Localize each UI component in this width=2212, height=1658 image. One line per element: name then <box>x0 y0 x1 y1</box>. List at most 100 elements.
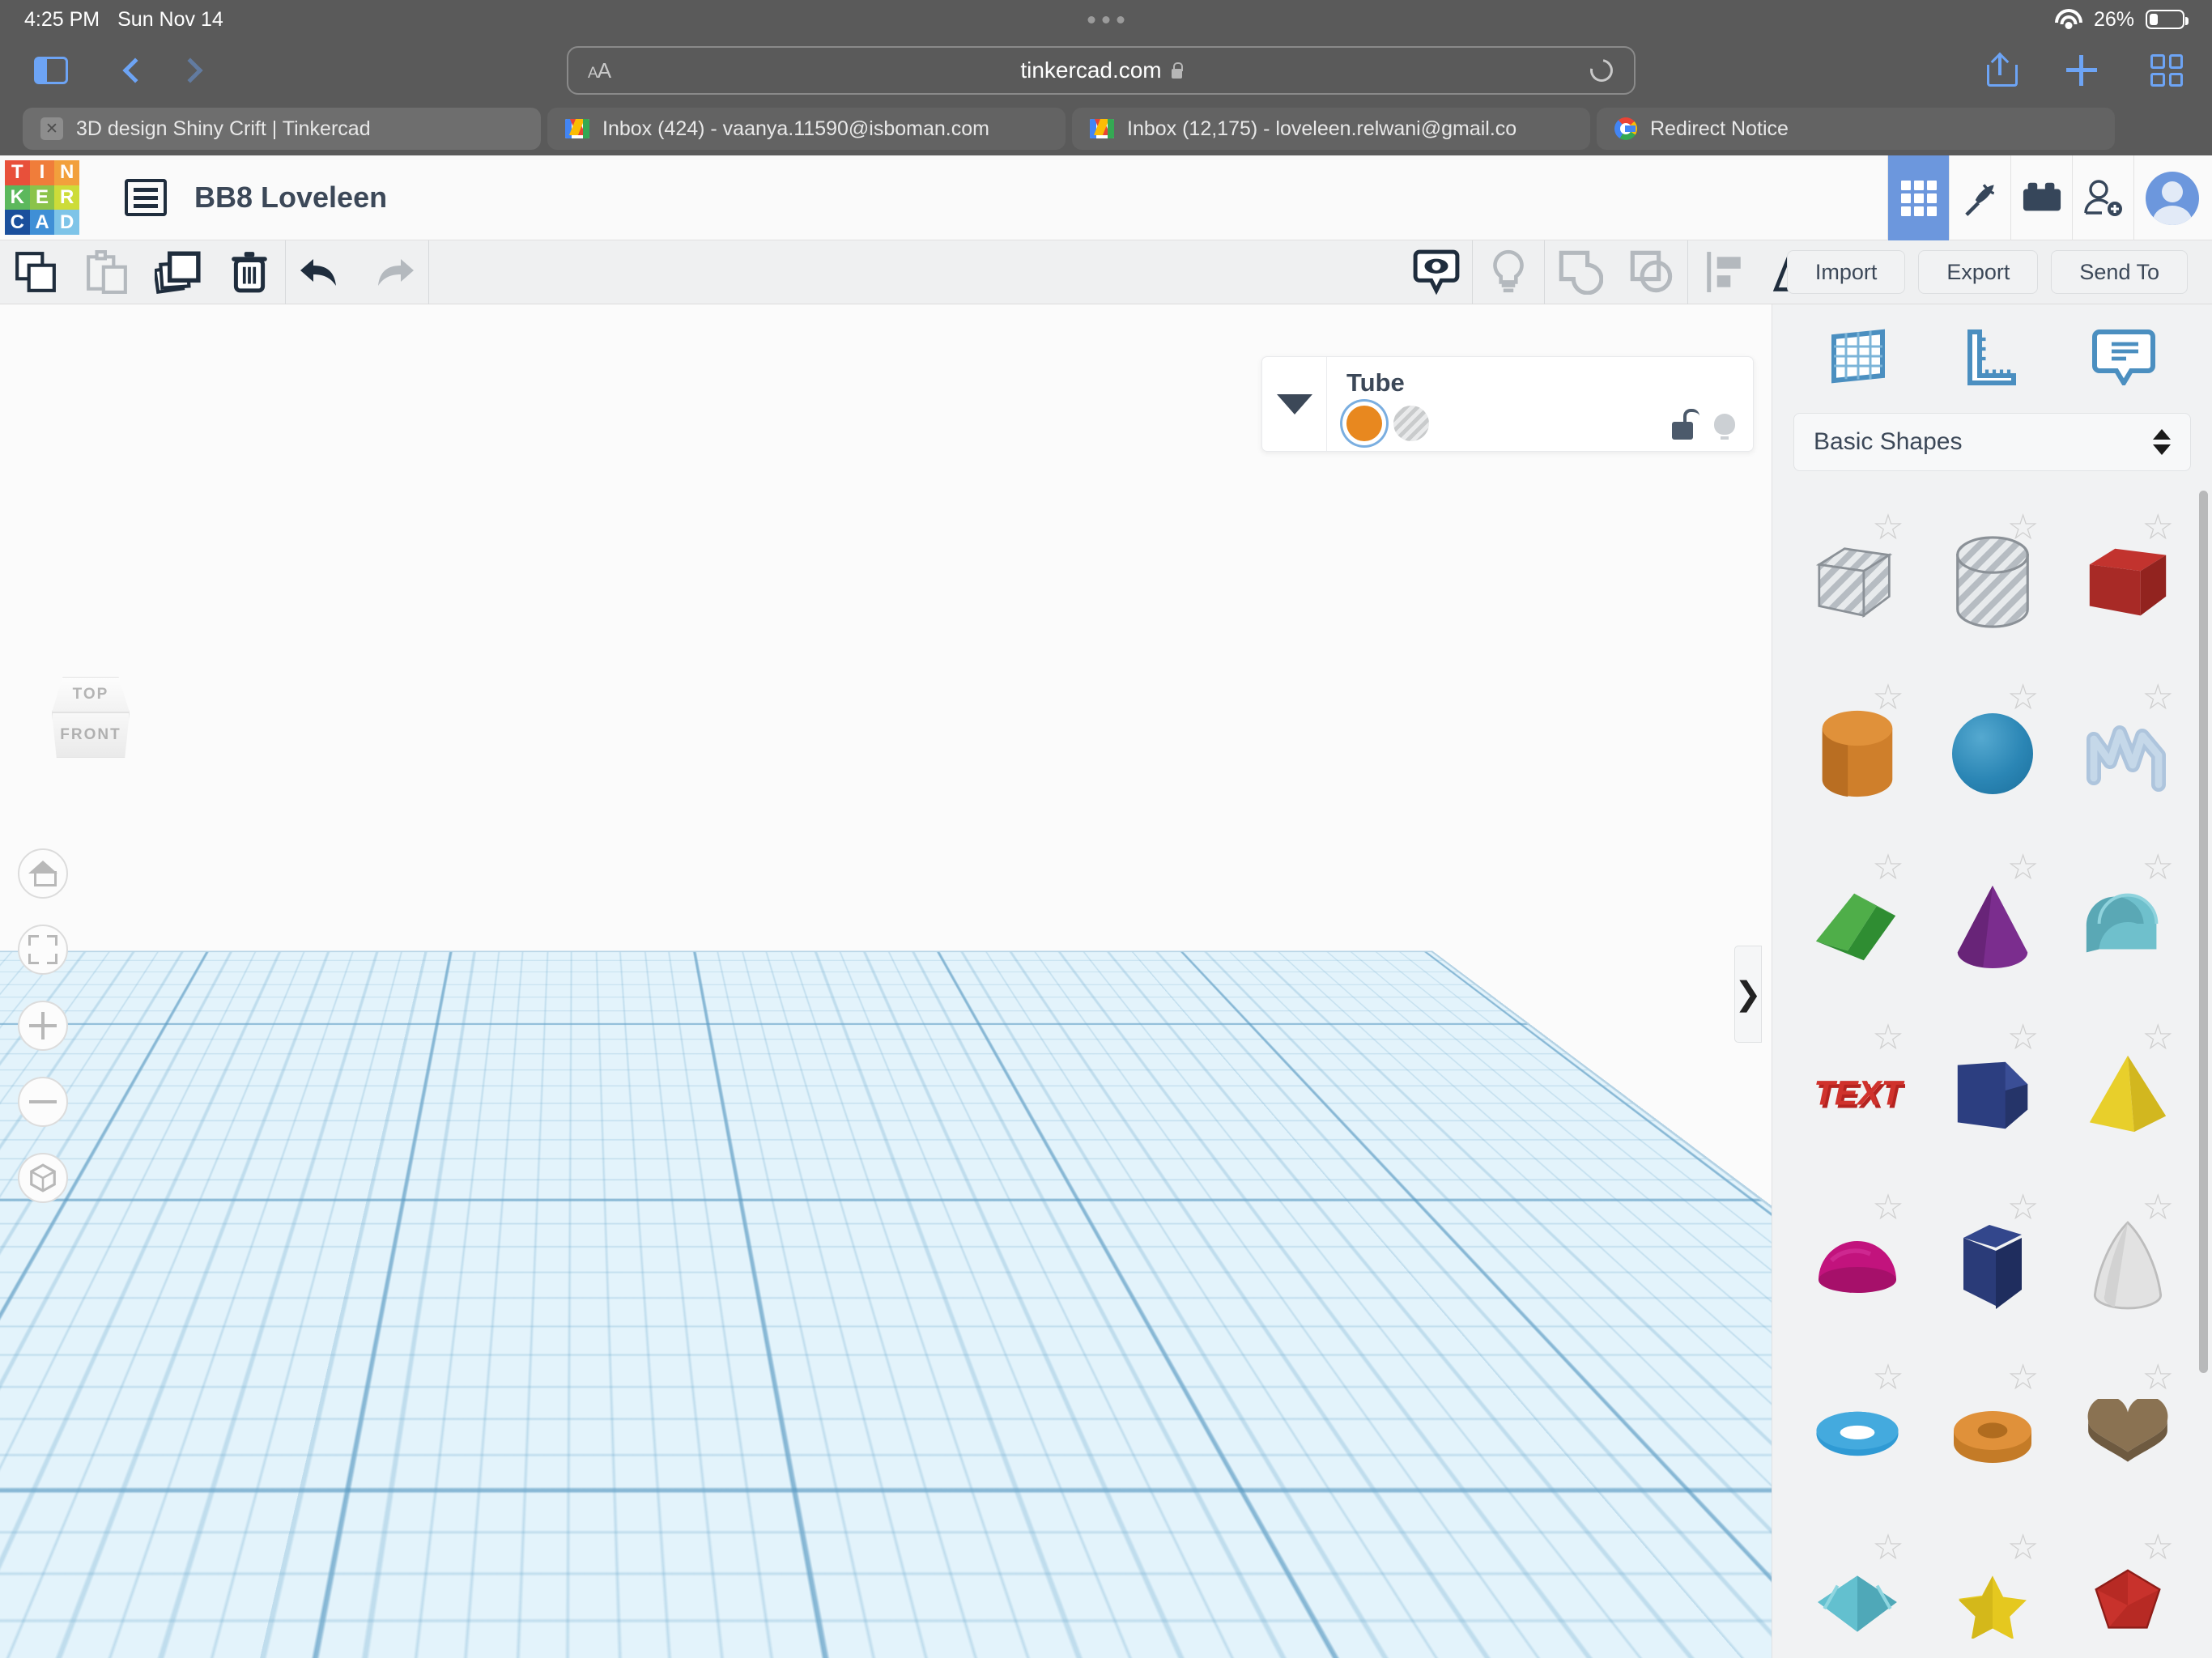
home-indicator[interactable] <box>827 1639 1385 1647</box>
sidebar-toggle-icon[interactable] <box>34 57 68 84</box>
shape-heart[interactable]: ☆ <box>2060 1349 2195 1519</box>
scale-handle-bottom-right[interactable] <box>863 1365 884 1386</box>
panel-collapse-button[interactable] <box>1262 357 1327 451</box>
import-button[interactable]: Import <box>1786 250 1906 294</box>
star-icon[interactable]: ☆ <box>2007 510 2039 546</box>
browser-tab-redirect[interactable]: Redirect Notice <box>1597 108 2115 150</box>
scale-handle-bottom-left[interactable] <box>722 1365 743 1386</box>
workplane-grid[interactable] <box>0 304 1772 1658</box>
view-cube[interactable]: TOP FRONT <box>42 677 138 767</box>
star-icon[interactable]: ☆ <box>2007 1020 2039 1056</box>
undo-button[interactable] <box>286 240 357 304</box>
light-button[interactable] <box>1473 240 1544 304</box>
star-icon[interactable]: ☆ <box>2142 510 2174 546</box>
star-icon[interactable]: ☆ <box>2007 1530 2039 1566</box>
star-icon[interactable]: ☆ <box>2142 1190 2174 1226</box>
tube-object[interactable] <box>722 1082 887 1386</box>
forward-chevron-icon[interactable] <box>177 57 203 83</box>
shape-wedge[interactable]: ☆ <box>1925 1009 2061 1179</box>
brick-blocks-icon[interactable] <box>2010 155 2072 240</box>
star-icon[interactable]: ☆ <box>2007 850 2039 886</box>
redo-button[interactable] <box>357 240 428 304</box>
star-icon[interactable]: ☆ <box>2142 1530 2174 1566</box>
rotate-handle-bottom[interactable] <box>747 1434 795 1466</box>
scale-handle-bottom-center[interactable] <box>797 1365 818 1386</box>
tabs-grid-icon[interactable] <box>2150 54 2183 87</box>
shape-diamond[interactable]: ☆ <box>1790 1519 1925 1658</box>
ortho-perspective-button[interactable] <box>18 1153 68 1203</box>
new-tab-plus-icon[interactable] <box>2066 55 2097 86</box>
workplane-icon[interactable] <box>1825 325 1896 388</box>
rotate-handle-top[interactable] <box>747 1017 795 1054</box>
share-icon[interactable] <box>1987 52 2018 87</box>
shape-scribble[interactable]: ☆ <box>2060 669 2195 839</box>
shape-box-hole[interactable]: ☆ <box>1790 499 1925 669</box>
text-size-button[interactable]: AA <box>588 58 611 83</box>
shape-pyramid[interactable]: ☆ <box>2060 1009 2195 1179</box>
zoom-out-button[interactable] <box>18 1077 68 1127</box>
star-icon[interactable]: ☆ <box>2142 850 2174 886</box>
multitask-dots[interactable] <box>1087 16 1125 23</box>
lightbulb-icon[interactable] <box>1714 414 1735 440</box>
shape-sphere[interactable]: ☆ <box>1925 669 2061 839</box>
star-icon[interactable]: ☆ <box>1872 510 1904 546</box>
align-button[interactable] <box>1688 240 1759 304</box>
unlock-icon[interactable] <box>1672 409 1699 440</box>
shape-paraboloid[interactable]: ☆ <box>2060 1179 2195 1349</box>
sidebar-scrollbar[interactable] <box>2199 491 2208 1373</box>
hole-swatch[interactable] <box>1393 406 1429 441</box>
star-icon[interactable]: ☆ <box>1872 1190 1904 1226</box>
zoom-in-button[interactable] <box>18 1001 68 1051</box>
ruler-icon[interactable] <box>1956 325 2027 388</box>
sidebar-collapse-toggle[interactable]: ❯ <box>1734 946 1762 1043</box>
note-icon[interactable] <box>2088 325 2159 388</box>
star-icon[interactable]: ☆ <box>1872 1530 1904 1566</box>
shape-roof[interactable]: ☆ <box>1790 839 1925 1009</box>
shape-cone[interactable]: ☆ <box>1925 839 2061 1009</box>
solid-color-swatch[interactable] <box>1346 406 1382 441</box>
shape-tube[interactable]: ☆ <box>1925 1349 2061 1519</box>
sphere-object[interactable] <box>1027 1025 1294 1292</box>
snap-grid-select[interactable]: 1.0 mm <box>1560 1598 1725 1647</box>
export-button[interactable]: Export <box>1918 250 2039 294</box>
star-icon[interactable]: ☆ <box>1872 1360 1904 1396</box>
codeblocks-pickaxe-icon[interactable] <box>1949 155 2010 240</box>
scale-handle-lower-left[interactable] <box>734 1329 755 1350</box>
close-x-icon[interactable]: ✕ <box>40 117 63 140</box>
star-icon[interactable]: ☆ <box>2142 680 2174 716</box>
star-icon[interactable]: ☆ <box>2142 1020 2174 1056</box>
shape-text[interactable]: ☆ TEXT TEXT <box>1790 1009 1925 1179</box>
address-bar[interactable]: AA tinkercad.com <box>567 46 1636 95</box>
show-hide-button[interactable] <box>1401 240 1472 304</box>
browser-tab-gmail-2[interactable]: Inbox (12,175) - loveleen.relwani@gmail.… <box>1072 108 1590 150</box>
star-icon[interactable]: ☆ <box>1872 1020 1904 1056</box>
star-icon[interactable]: ☆ <box>2007 1190 2039 1226</box>
shape-category-select[interactable]: Basic Shapes <box>1793 413 2191 471</box>
star-icon[interactable]: ☆ <box>2007 1360 2039 1396</box>
shape-half-cylinder[interactable]: ☆ <box>2060 839 2195 1009</box>
delete-button[interactable] <box>214 240 285 304</box>
shape-cylinder-hole[interactable]: ☆ <box>1925 499 2061 669</box>
shape-polyhedron[interactable]: ☆ <box>2060 1519 2195 1658</box>
designs-grid-icon[interactable] <box>1887 155 1949 240</box>
hamburger-menu-icon[interactable] <box>125 179 167 216</box>
shape-properties-panel[interactable]: Tube <box>1261 356 1754 452</box>
browser-tab-tinkercad[interactable]: ✕ 3D design Shiny Crift | Tinkercad <box>23 108 541 150</box>
star-icon[interactable]: ☆ <box>1872 850 1904 886</box>
shape-torus[interactable]: ☆ <box>1790 1349 1925 1519</box>
home-view-button[interactable] <box>18 848 68 899</box>
send-to-button[interactable]: Send To <box>2051 250 2188 294</box>
shape-hexagonal-prism[interactable]: ☆ <box>1925 1179 2061 1349</box>
view-cube-front-face[interactable]: FRONT <box>52 712 130 758</box>
shape-star[interactable]: ☆ <box>1925 1519 2061 1658</box>
scale-handle-mid-right[interactable] <box>863 1269 884 1290</box>
scale-handle-mid-center[interactable] <box>797 1269 818 1290</box>
reload-icon[interactable] <box>1585 54 1618 87</box>
group-button[interactable] <box>1545 240 1616 304</box>
view-cube-top-face[interactable]: TOP <box>52 677 130 712</box>
browser-tab-gmail-1[interactable]: Inbox (424) - vaanya.11590@isboman.com <box>547 108 1066 150</box>
shape-half-sphere[interactable]: ☆ <box>1790 1179 1925 1349</box>
avatar[interactable] <box>2133 155 2212 240</box>
duplicate-button[interactable] <box>143 240 214 304</box>
fit-to-view-button[interactable] <box>18 925 68 975</box>
